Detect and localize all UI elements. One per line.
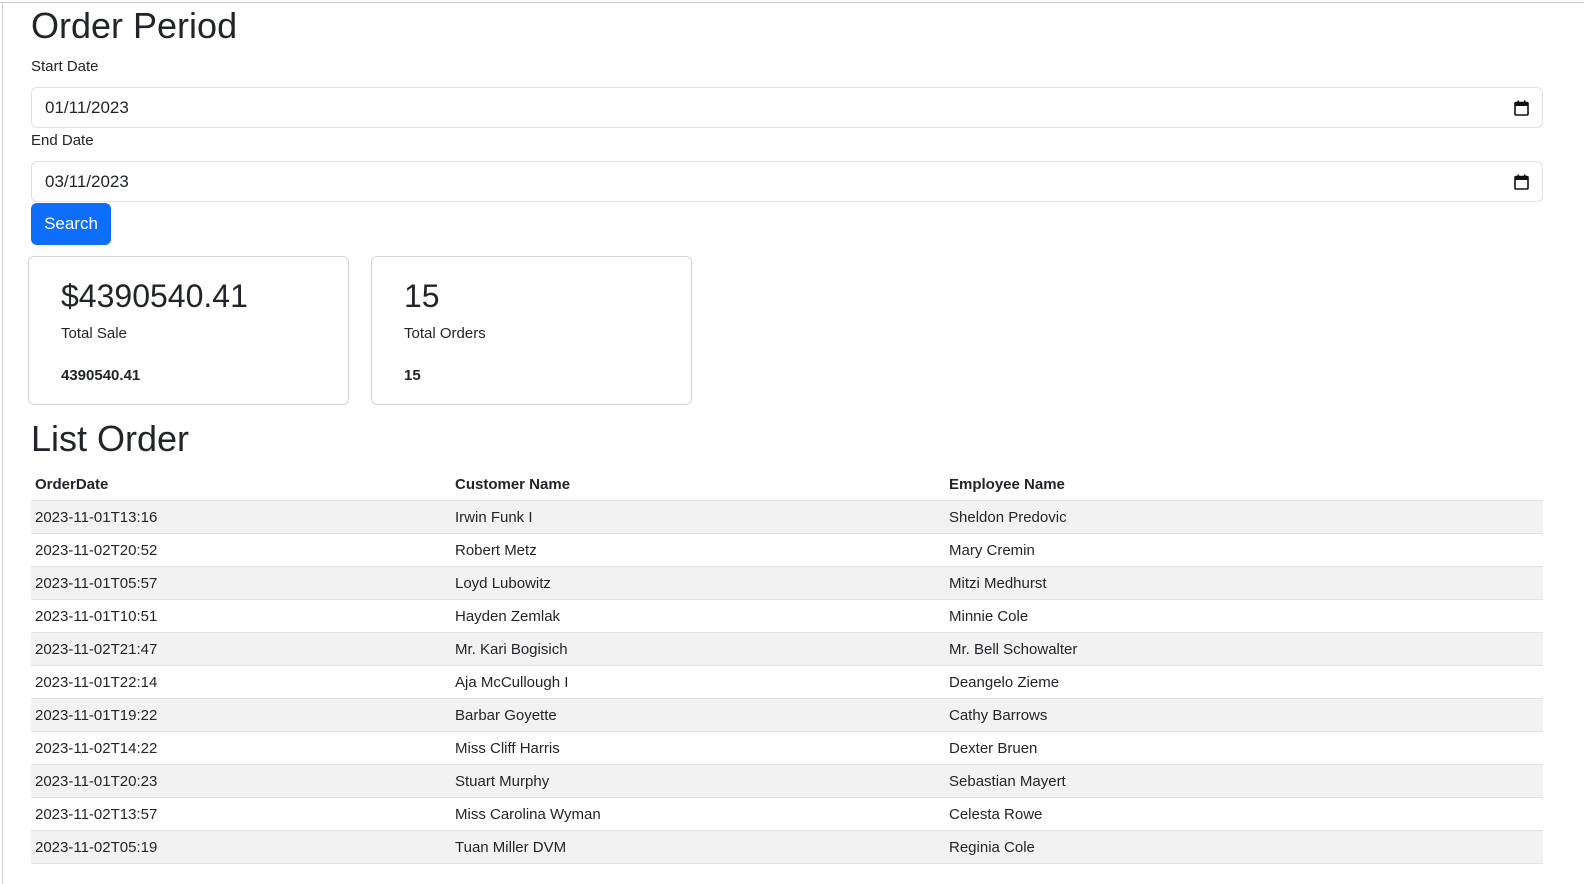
order-date-cell: 2023-11-02T21:47 bbox=[31, 632, 451, 666]
table-row: 2023-11-01T19:22 Barbar Goyette Cathy Ba… bbox=[31, 698, 1543, 732]
employee-name-cell: Sebastian Mayert bbox=[945, 764, 1543, 798]
customer-name-cell: Loyd Lubowitz bbox=[451, 566, 945, 600]
search-button[interactable]: Search bbox=[31, 203, 111, 245]
total-orders-card: 15 Total Orders 15 bbox=[371, 256, 692, 405]
table-row: 2023-11-02T21:47 Mr. Kari Bogisich Mr. B… bbox=[31, 632, 1543, 666]
list-title: List Order bbox=[31, 418, 190, 459]
table-row: 2023-11-02T13:57 Miss Carolina Wyman Cel… bbox=[31, 797, 1543, 831]
customer-name-cell: Barbar Goyette bbox=[451, 698, 945, 732]
employee-name-cell: Reginia Cole bbox=[945, 830, 1543, 864]
order-date-cell: 2023-11-01T22:14 bbox=[31, 665, 451, 699]
order-date-cell: 2023-11-01T20:23 bbox=[31, 764, 451, 798]
employee-name-cell: Dexter Bruen bbox=[945, 731, 1543, 765]
column-header-customer: Customer Name bbox=[451, 468, 945, 501]
employee-name-cell: Mary Cremin bbox=[945, 533, 1543, 567]
order-date-cell: 2023-11-02T14:22 bbox=[31, 731, 451, 765]
calendar-icon[interactable] bbox=[1514, 100, 1529, 116]
customer-name-cell: Miss Cliff Harris bbox=[451, 731, 945, 765]
column-header-orderdate: OrderDate bbox=[31, 468, 451, 501]
total-sale-value: $4390540.41 bbox=[61, 278, 248, 314]
order-date-cell: 2023-11-01T10:51 bbox=[31, 599, 451, 633]
column-header-employee: Employee Name bbox=[945, 468, 1543, 501]
calendar-icon[interactable] bbox=[1514, 174, 1529, 190]
order-date-cell: 2023-11-02T20:52 bbox=[31, 533, 451, 567]
end-date-label: End Date bbox=[31, 132, 94, 149]
employee-name-cell: Cathy Barrows bbox=[945, 698, 1543, 732]
table-row: 2023-11-02T20:52 Robert Metz Mary Cremin bbox=[31, 533, 1543, 567]
top-border bbox=[0, 2, 1584, 3]
customer-name-cell: Tuan Miller DVM bbox=[451, 830, 945, 864]
total-sale-card: $4390540.41 Total Sale 4390540.41 bbox=[28, 256, 349, 405]
total-orders-detail: 15 bbox=[404, 367, 421, 384]
customer-name-cell: Aja McCullough I bbox=[451, 665, 945, 699]
employee-name-cell: Celesta Rowe bbox=[945, 797, 1543, 831]
employee-name-cell: Sheldon Predovic bbox=[945, 500, 1543, 534]
table-row: 2023-11-01T05:57 Loyd Lubowitz Mitzi Med… bbox=[31, 566, 1543, 600]
left-border bbox=[2, 2, 3, 884]
customer-name-cell: Mr. Kari Bogisich bbox=[451, 632, 945, 666]
order-date-cell: 2023-11-02T05:19 bbox=[31, 830, 451, 864]
customer-name-cell: Miss Carolina Wyman bbox=[451, 797, 945, 831]
start-date-input[interactable]: 01/11/2023 bbox=[31, 87, 1543, 128]
order-date-cell: 2023-11-02T13:57 bbox=[31, 797, 451, 831]
table-row: 2023-11-01T20:23 Stuart Murphy Sebastian… bbox=[31, 764, 1543, 798]
page-title: Order Period bbox=[31, 5, 238, 46]
customer-name-cell: Irwin Funk I bbox=[451, 500, 945, 534]
total-orders-value: 15 bbox=[404, 278, 440, 314]
start-date-label: Start Date bbox=[31, 58, 99, 75]
table-row: 2023-11-02T14:22 Miss Cliff Harris Dexte… bbox=[31, 731, 1543, 765]
start-date-value: 01/11/2023 bbox=[45, 97, 129, 117]
employee-name-cell: Deangelo Zieme bbox=[945, 665, 1543, 699]
total-sale-detail: 4390540.41 bbox=[61, 367, 141, 384]
table-row: 2023-11-01T22:14 Aja McCullough I Deange… bbox=[31, 665, 1543, 699]
table-header-row: OrderDate Customer Name Employee Name bbox=[31, 468, 1543, 501]
end-date-value: 03/11/2023 bbox=[45, 171, 129, 191]
employee-name-cell: Mr. Bell Schowalter bbox=[945, 632, 1543, 666]
order-date-cell: 2023-11-01T13:16 bbox=[31, 500, 451, 534]
customer-name-cell: Robert Metz bbox=[451, 533, 945, 567]
order-date-cell: 2023-11-01T19:22 bbox=[31, 698, 451, 732]
customer-name-cell: Stuart Murphy bbox=[451, 764, 945, 798]
orders-table: OrderDate Customer Name Employee Name 20… bbox=[31, 468, 1543, 864]
table-row: 2023-11-01T10:51 Hayden Zemlak Minnie Co… bbox=[31, 599, 1543, 633]
customer-name-cell: Hayden Zemlak bbox=[451, 599, 945, 633]
total-sale-label: Total Sale bbox=[61, 325, 127, 342]
order-date-cell: 2023-11-01T05:57 bbox=[31, 566, 451, 600]
total-orders-label: Total Orders bbox=[404, 325, 486, 342]
end-date-input[interactable]: 03/11/2023 bbox=[31, 161, 1543, 202]
table-row: 2023-11-02T05:19 Tuan Miller DVM Reginia… bbox=[31, 830, 1543, 864]
table-row: 2023-11-01T13:16 Irwin Funk I Sheldon Pr… bbox=[31, 500, 1543, 534]
employee-name-cell: Mitzi Medhurst bbox=[945, 566, 1543, 600]
employee-name-cell: Minnie Cole bbox=[945, 599, 1543, 633]
